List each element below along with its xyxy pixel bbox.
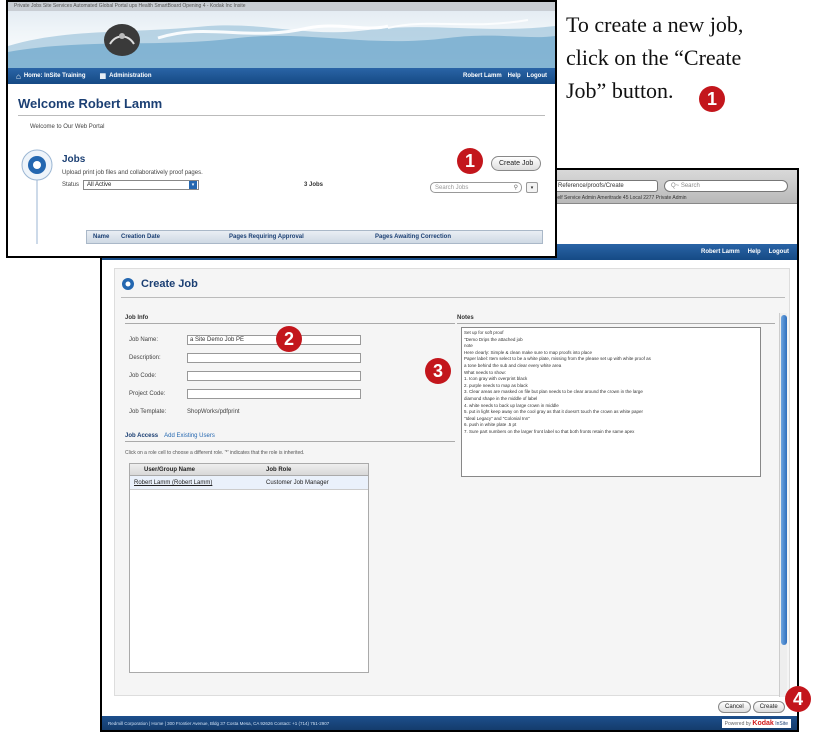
portal-text: Welcome to Our Web Portal [30,124,105,130]
row-user-name[interactable]: Robert Lamm (Robert Lamm) [130,476,260,489]
col-pages-awaiting-correction[interactable]: Pages Awaiting Correction [375,234,451,240]
page-title-row: Create Job [121,277,198,291]
nav-home-label: Home: InSite Training [23,73,86,79]
job-info-header: Job Info [125,315,455,324]
cancel-button[interactable]: Cancel [718,701,751,713]
description-input[interactable] [187,353,361,363]
job-template-label: Job Template: [129,409,167,415]
instruction-line-2: click on the “Create [566,45,742,70]
company-logo [104,24,140,56]
chevron-down-icon: ▾ [189,181,198,189]
page-footer: Redmill Corporation | Home | 300 Frontie… [102,716,797,730]
header-banner: Private Jobs Site Services Automated Glo… [8,2,555,68]
page-scrollbar[interactable] [779,313,787,697]
job-template-value: ShopWorks/pdfprint [187,409,240,415]
nav-user-link[interactable]: Robert Lamm [463,73,502,79]
col-job-role[interactable]: Job Role [260,464,291,475]
admin-icon: ▦ [99,73,107,80]
status-select[interactable]: All Active ▾ [83,180,200,190]
notes-panel: Notes Set up for soft proof "Demo Drips … [457,315,775,495]
nav-help-link[interactable]: Help [748,249,761,255]
home-icon: ⌂ [16,71,21,81]
jobs-nav-bar: ⌂ Home: InSite Training ▦ Administration… [8,68,555,84]
status-select-value: All Active [87,182,112,188]
jobs-table-header: Name Creation Date Pages Requiring Appro… [86,230,543,244]
instruction-line-3: Job” button. [566,78,674,103]
job-access-panel: Job Access Add Existing Users Click on a… [125,433,455,683]
job-access-tabs: Job Access Add Existing Users [125,433,455,442]
nav-admin-label: Administration [109,73,152,79]
col-pages-requiring-approval[interactable]: Pages Requiring Approval [229,234,375,240]
instruction-text: To create a new job, click on the “Creat… [566,8,825,107]
gear-icon [122,278,134,290]
jobs-count: 3 Jobs [304,182,324,188]
footer-text: Redmill Corporation | Home | 300 Frontie… [108,720,330,726]
kodak-logo: Kodak [752,719,774,727]
job-access-tab[interactable]: Job Access [125,433,158,439]
project-code-input[interactable] [187,389,361,399]
jobs-window: Private Jobs Site Services Automated Glo… [6,0,557,258]
callout-1-instruction: 1 [699,86,725,112]
project-code-label: Project Code: [129,391,166,397]
search-icon: ⚲ [513,185,518,191]
search-jobs-placeholder: Search Jobs [435,184,469,191]
address-bar[interactable]: Reference/proofs/Create [554,180,658,192]
nav-left: ⌂ Home: InSite Training ▦ Administration [16,72,152,81]
job-code-label: Job Code: [129,373,157,379]
nav-right: Robert Lamm Help Logout [463,73,547,79]
welcome-divider [18,115,545,116]
create-button[interactable]: Create [752,701,785,713]
search-jobs-input[interactable]: Search Jobs ⚲ [430,182,522,193]
table-row[interactable]: Robert Lamm (Robert Lamm) Customer Job M… [130,476,368,490]
create-job-content: Create Job Job Info Job Name: a Site Dem… [114,268,790,697]
callout-3-notes: 3 [425,358,451,384]
title-divider [121,297,785,298]
jobs-title: Jobs [62,154,86,165]
nav-home-link[interactable]: ⌂ Home: InSite Training [16,72,86,81]
description-label: Description: [129,355,161,361]
water-splash-graphic [8,19,555,68]
nav-user-link[interactable]: Robert Lamm [701,249,740,255]
job-access-header-row: User/Group Name Job Role [130,464,368,476]
job-name-label: Job Name: [129,337,159,343]
nav-help-link[interactable]: Help [508,73,521,79]
jobs-gear-icon [21,149,53,244]
row-job-role[interactable]: Customer Job Manager [260,476,329,489]
callout-1-create-job: 1 [457,148,483,174]
status-label: Status [62,182,80,188]
scroll-thumb[interactable] [781,315,787,645]
powered-by-label: Powered by [724,720,752,727]
col-creation-date[interactable]: Creation Date [121,234,229,240]
browser-search-field[interactable]: Q~ Search [664,180,788,192]
status-row: Status All Active ▾ [62,180,200,190]
form-buttons: Cancel Create [718,701,785,713]
bookmarks-bar: Self Service Admin Ameritrade 45 Local 2… [554,195,687,201]
page-title: Create Job [141,278,198,290]
insite-label: InSite [775,720,788,727]
add-existing-users-link[interactable]: Add Existing Users [164,433,215,439]
job-name-input[interactable]: a Site Demo Job PE [187,335,361,345]
job-access-table: User/Group Name Job Role Robert Lamm (Ro… [129,463,369,673]
search-options-icon[interactable]: ▾ [526,182,538,193]
callout-4-create-button: 4 [785,686,811,712]
notes-textarea[interactable]: Set up for soft proof "Demo Drips the at… [461,327,761,477]
job-access-hint: Click on a role cell to choose a differe… [125,450,305,456]
col-name[interactable]: Name [87,234,121,240]
callout-2-job-name: 2 [276,326,302,352]
nav-logout-link[interactable]: Logout [527,73,547,79]
jobs-description: Upload print job files and collaborative… [62,170,203,176]
powered-by: Powered by Kodak InSite [721,718,791,728]
nav-logout-link[interactable]: Logout [769,249,789,255]
instruction-line-1: To create a new job, [566,12,744,37]
notes-header: Notes [457,315,775,324]
create-job-button[interactable]: Create Job [491,156,542,171]
job-code-input[interactable] [187,371,361,381]
welcome-heading: Welcome Robert Lamm [18,96,163,111]
nav-admin-link[interactable]: ▦ Administration [100,72,152,80]
col-user-group-name[interactable]: User/Group Name [130,464,260,475]
